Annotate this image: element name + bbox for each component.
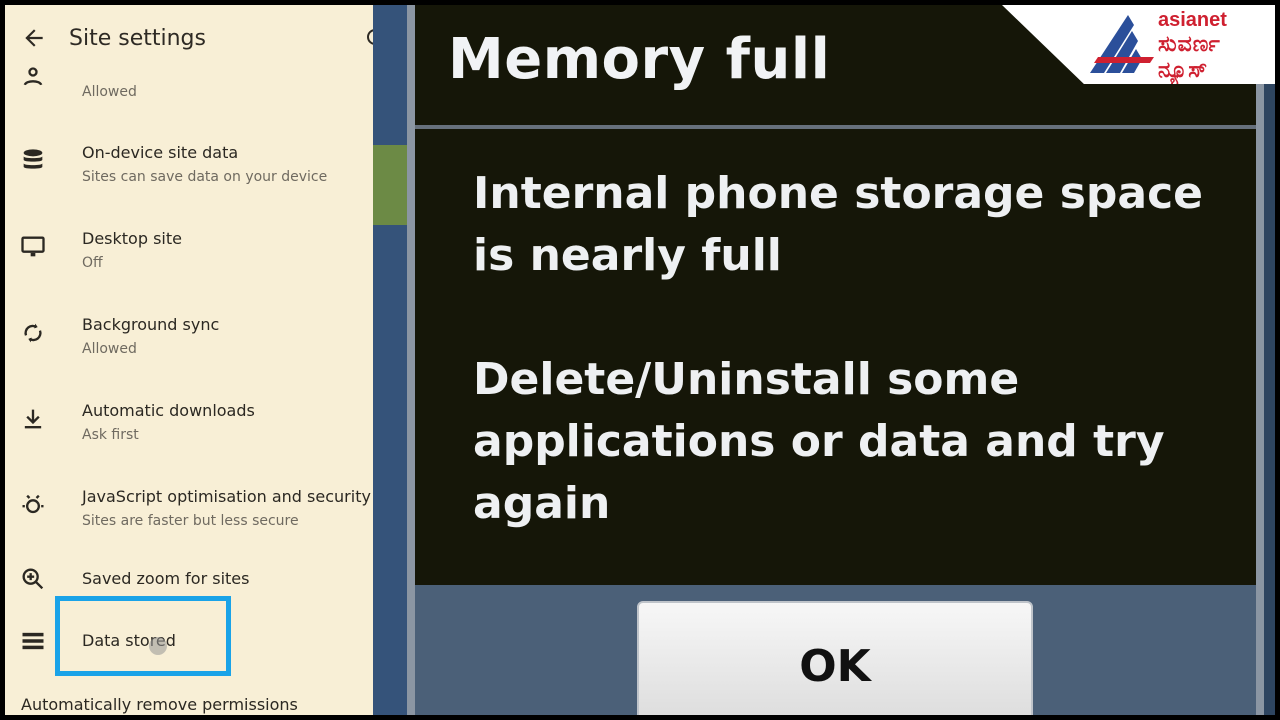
dialog-edge-right bbox=[1256, 5, 1264, 715]
setting-sublabel: Sites can save data on your device bbox=[82, 169, 328, 185]
setting-sublabel: Allowed bbox=[82, 84, 137, 100]
dialog-message-line: again bbox=[473, 478, 611, 529]
setting-label: JavaScript optimisation and security bbox=[82, 487, 371, 506]
sync-icon bbox=[24, 323, 42, 343]
app-bar: Site settings bbox=[5, 5, 373, 67]
setting-row-automatic-downloads[interactable]: Automatic downloads Ask first bbox=[5, 391, 373, 451]
page-title: Site settings bbox=[69, 26, 206, 51]
setting-label: Saved zoom for sites bbox=[82, 569, 250, 588]
ok-button[interactable]: OK bbox=[637, 601, 1033, 715]
storage-list-icon bbox=[22, 632, 44, 650]
search-icon[interactable] bbox=[363, 27, 373, 49]
setting-label: Desktop site bbox=[82, 229, 182, 248]
zoom-icon bbox=[22, 568, 44, 590]
logo-script: ಸುವರ್ಣ ನ್ಯೂಸ್ bbox=[1158, 31, 1221, 82]
setting-sublabel: Ask first bbox=[82, 427, 139, 443]
monitor-icon bbox=[21, 236, 45, 257]
site-settings-panel: Site settings Allowed On-device site dat… bbox=[5, 5, 373, 715]
logo-wordmark: asianet bbox=[1158, 9, 1227, 31]
auto-remove-permissions-text[interactable]: Automatically remove permissions bbox=[21, 695, 298, 714]
setting-row-on-device-site-data[interactable]: On-device site data Sites can save data … bbox=[5, 133, 373, 193]
setting-row-partial[interactable]: Allowed bbox=[5, 63, 373, 103]
setting-label: Background sync bbox=[82, 315, 220, 334]
dialog-edge-left bbox=[407, 5, 415, 715]
touch-cursor bbox=[149, 637, 167, 655]
download-icon bbox=[24, 409, 42, 429]
bug-shield-icon bbox=[22, 494, 44, 514]
database-icon bbox=[23, 149, 43, 169]
dialog-title: Memory full bbox=[448, 27, 831, 92]
background-strip bbox=[373, 5, 407, 715]
setting-sublabel: Allowed bbox=[82, 341, 137, 357]
notifications-person-icon bbox=[23, 67, 43, 86]
logo-mark-icon bbox=[1090, 15, 1154, 73]
dialog-message-line: Internal phone storage space bbox=[473, 168, 1204, 219]
setting-row-background-sync[interactable]: Background sync Allowed bbox=[5, 305, 373, 365]
dialog-message-line: applications or data and try bbox=[473, 416, 1165, 467]
dialog-message-line: is nearly full bbox=[473, 230, 782, 281]
back-arrow-icon[interactable] bbox=[21, 25, 47, 51]
highlight-box bbox=[55, 596, 231, 676]
setting-label: On-device site data bbox=[82, 143, 239, 162]
memory-full-dialog-screen: Memory full Internal phone storage space… bbox=[373, 5, 1275, 715]
setting-row-desktop-site[interactable]: Desktop site Off bbox=[5, 219, 373, 279]
setting-sublabel: Sites are faster but less secure bbox=[82, 513, 299, 529]
setting-label: Automatic downloads bbox=[82, 401, 255, 420]
setting-sublabel: Off bbox=[82, 255, 103, 271]
dialog-message-line: Delete/Uninstall some bbox=[473, 354, 1020, 405]
setting-row-javascript-optimisation[interactable]: JavaScript optimisation and security Sit… bbox=[5, 477, 373, 537]
ok-button-label: OK bbox=[799, 641, 871, 692]
background-strip-green bbox=[373, 145, 407, 225]
